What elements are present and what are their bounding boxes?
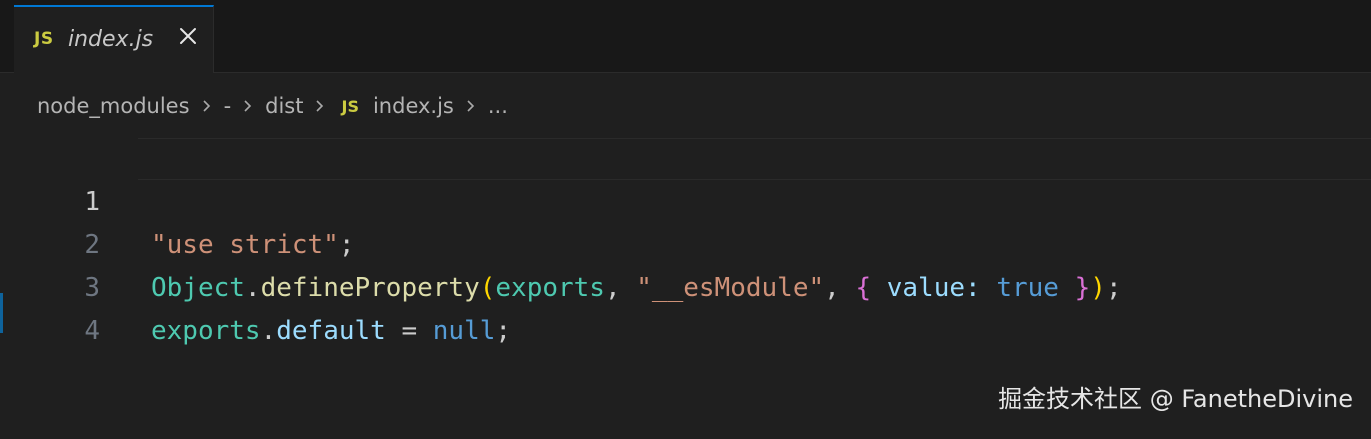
code-line[interactable]: 4 (0, 267, 1371, 346)
code-token: null (432, 316, 496, 346)
code-content[interactable]: exports.default = null; (151, 310, 511, 353)
line-number: 4 (84, 316, 100, 346)
watermark: 掘金技术社区 @ FanetheDivine (998, 385, 1353, 413)
code-line[interactable]: 1 "use strict"; (0, 138, 1371, 260)
chevron-right-icon (467, 100, 475, 112)
javascript-file-icon: JS (34, 29, 54, 49)
chevron-right-icon (202, 100, 210, 112)
tab-index-js[interactable]: JS index.js (14, 5, 214, 73)
code-line[interactable]: 3 exports.default = null; (0, 224, 1371, 346)
javascript-file-icon: JS (341, 96, 359, 116)
code-token: ; (495, 316, 512, 346)
code-token: . (260, 316, 277, 346)
code-line[interactable]: 2 Object.defineProperty(exports, "__esMo… (0, 181, 1371, 303)
code-token: = (385, 316, 433, 346)
tab-bar: JS index.js (0, 0, 1371, 73)
breadcrumb-item-dist[interactable]: dist (265, 94, 303, 118)
chevron-right-icon (244, 100, 252, 112)
chevron-right-icon (316, 100, 324, 112)
breadcrumb-item-file[interactable]: index.js (373, 94, 454, 118)
tab-label: index.js (68, 27, 154, 52)
breadcrumb: node_modules - dist JS index.js ... (37, 90, 508, 122)
breadcrumb-item-node-modules[interactable]: node_modules (37, 94, 190, 118)
breadcrumb-item-dash[interactable]: - (224, 94, 232, 118)
code-token: exports (151, 316, 261, 346)
code-token: default (276, 316, 386, 346)
breadcrumb-overflow[interactable]: ... (488, 94, 508, 118)
close-icon[interactable] (176, 24, 200, 48)
